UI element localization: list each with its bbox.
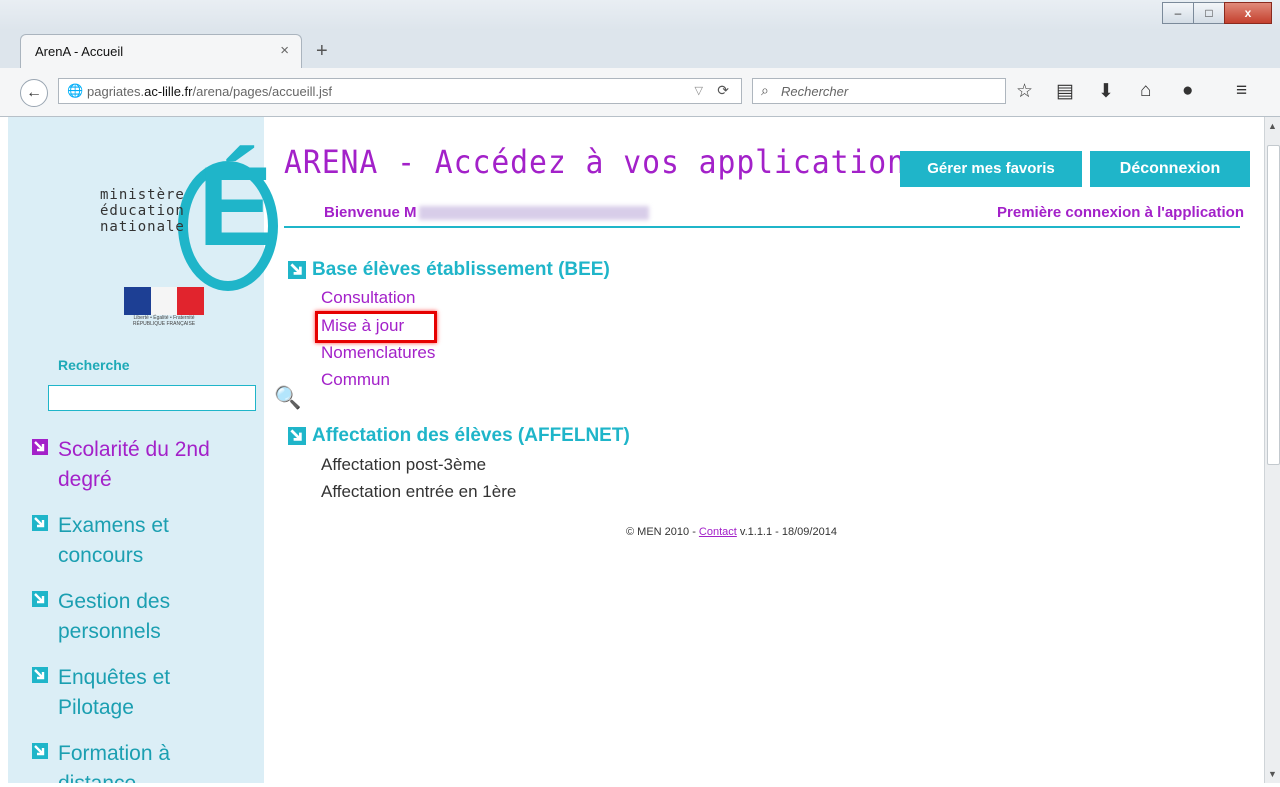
navigation-toolbar: ← 🌐 pagriates.ac-lille.fr/arena/pages/ac…: [0, 68, 1280, 117]
search-icon: ⌕: [761, 82, 769, 98]
ministry-logo: É ministère éducation nationale: [48, 141, 278, 311]
sidebar-item-personnels[interactable]: Gestion des personnels: [32, 587, 248, 647]
section-title-affelnet: Affectation des élèves (AFFELNET): [288, 425, 630, 447]
flag-caption: Liberté • Égalité • Fraternité RÉPUBLIQU…: [132, 315, 196, 327]
arrow-icon: [32, 515, 48, 531]
contact-link[interactable]: Contact: [699, 526, 737, 538]
app-link-consultation[interactable]: Consultation: [321, 288, 416, 308]
window-controls: – □ x: [1162, 2, 1272, 24]
url-text: pagriates.ac-lille.fr/arena/pages/accuei…: [87, 84, 332, 99]
reading-list-icon[interactable]: ▤: [1056, 80, 1074, 103]
vertical-scrollbar[interactable]: ▲ ▼: [1264, 117, 1280, 783]
sidebar-item-label: Enquêtes et Pilotage: [58, 666, 171, 719]
logout-button[interactable]: Déconnexion: [1090, 151, 1250, 187]
app-link-nomenclatures[interactable]: Nomenclatures: [321, 343, 435, 363]
logo-text: ministère éducation nationale: [100, 187, 185, 235]
page-title: ARENA - Accédez à vos applications: [284, 143, 925, 181]
new-tab-button[interactable]: +: [316, 40, 328, 63]
sidebar-item-scolarite[interactable]: Scolarité du 2nd degré: [32, 435, 248, 495]
arrow-icon: [32, 743, 48, 759]
tab-arena-accueil[interactable]: ArenA - Accueil ×: [20, 34, 302, 68]
globe-icon: 🌐: [67, 83, 84, 98]
close-window-button[interactable]: x: [1224, 2, 1272, 24]
reload-icon[interactable]: ⟳: [717, 82, 729, 99]
sidebar-item-label: Gestion des personnels: [58, 590, 171, 643]
menu-icon[interactable]: ≡: [1236, 80, 1247, 102]
search-placeholder: Rechercher: [781, 84, 849, 99]
sidebar-search-input[interactable]: [48, 385, 256, 411]
welcome-text: Bienvenue M: [324, 204, 649, 221]
main-content: ARENA - Accédez à vos applications Gérer…: [264, 117, 1264, 783]
arrow-icon: [288, 261, 306, 279]
app-link-commun[interactable]: Commun: [321, 370, 390, 390]
logo-letter: É: [198, 144, 273, 269]
first-connection-link[interactable]: Première connexion à l'application: [997, 204, 1244, 221]
app-link-affectation-post3[interactable]: Affectation post-3ème: [321, 455, 486, 475]
header-divider: [284, 226, 1240, 228]
window-titlebar: – □ x: [0, 0, 1280, 30]
url-bar[interactable]: 🌐 pagriates.ac-lille.fr/arena/pages/accu…: [58, 78, 742, 104]
scroll-down-icon[interactable]: ▼: [1268, 769, 1277, 779]
back-button[interactable]: ←: [20, 79, 48, 107]
tab-title: ArenA - Accueil: [35, 44, 124, 59]
sidebar-item-label: Formation à distance: [58, 742, 171, 783]
tab-close-icon[interactable]: ×: [280, 42, 289, 59]
sidebar-item-label: Scolarité du 2nd degré: [58, 438, 210, 491]
home-icon[interactable]: ⌂: [1140, 80, 1151, 102]
app-link-affectation-1ere[interactable]: Affectation entrée en 1ère: [321, 482, 516, 502]
sidebar-item-label: Examens et concours: [58, 514, 169, 567]
sidebar-item-formation[interactable]: Formation à distance: [32, 739, 248, 783]
page-viewport: É ministère éducation nationale Liberté …: [8, 117, 1264, 783]
scroll-up-icon[interactable]: ▲: [1268, 121, 1277, 131]
footer: © MEN 2010 - Contact v.1.1.1 - 18/09/201…: [626, 526, 837, 538]
search-bar[interactable]: ⌕ Rechercher: [752, 78, 1006, 104]
tab-bar: ArenA - Accueil × +: [0, 30, 1280, 68]
arrow-icon: [32, 439, 48, 455]
arrow-icon: [288, 427, 306, 445]
minimize-button[interactable]: –: [1162, 2, 1194, 24]
arrow-icon: [32, 667, 48, 683]
maximize-button[interactable]: □: [1193, 2, 1225, 24]
manage-favorites-button[interactable]: Gérer mes favoris: [900, 151, 1082, 187]
sidebar-item-examens[interactable]: Examens et concours: [32, 511, 248, 571]
sidebar-item-enquetes[interactable]: Enquêtes et Pilotage: [32, 663, 248, 723]
history-dropdown-icon[interactable]: ▽: [695, 84, 703, 97]
chat-icon[interactable]: ●: [1182, 80, 1193, 102]
scrollbar-thumb[interactable]: [1267, 145, 1280, 465]
sidebar: É ministère éducation nationale Liberté …: [8, 117, 278, 783]
download-icon[interactable]: ⬇: [1098, 80, 1114, 103]
arrow-icon: [32, 591, 48, 607]
highlight-box: [315, 311, 437, 343]
search-label: Recherche: [58, 357, 130, 373]
section-title-bee: Base élèves établissement (BEE): [288, 259, 610, 281]
republic-flag-logo: [124, 287, 205, 315]
star-icon[interactable]: ☆: [1016, 80, 1033, 103]
redacted-username: [418, 206, 649, 221]
